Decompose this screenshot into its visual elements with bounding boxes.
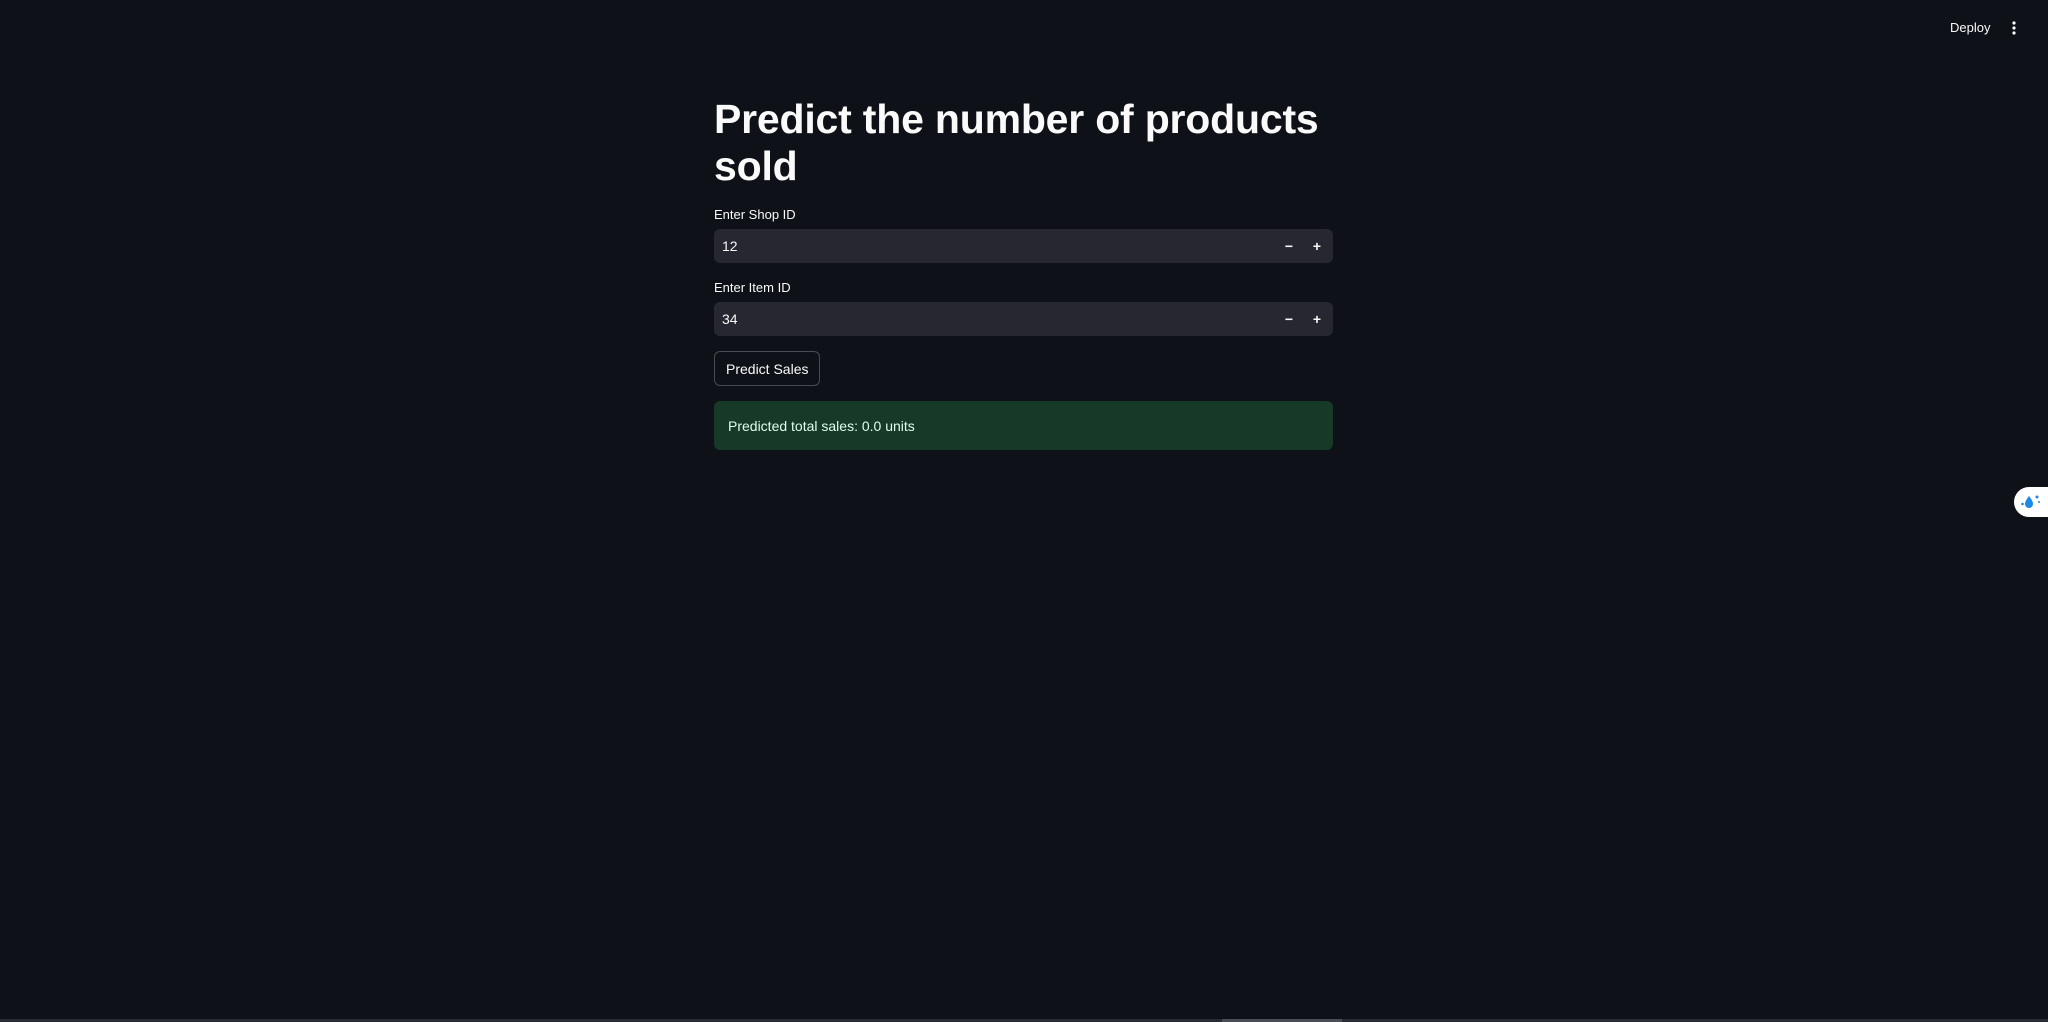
deploy-button[interactable]: Deploy — [1942, 14, 1998, 42]
item-id-field: Enter Item ID − + — [714, 280, 1333, 336]
shop-id-label: Enter Shop ID — [714, 207, 796, 222]
predict-sales-button[interactable]: Predict Sales — [714, 351, 821, 386]
shop-id-input[interactable] — [714, 229, 1275, 263]
vertical-ellipsis-icon — [2012, 21, 2016, 35]
side-widget-button[interactable] — [2014, 487, 2048, 517]
item-id-decrement-button[interactable]: − — [1275, 302, 1303, 336]
shop-id-field: Enter Shop ID − + — [714, 207, 1333, 263]
prediction-result-text: Predicted total sales: 0.0 units — [728, 417, 915, 434]
main-content: Predict the number of products sold Ente… — [714, 96, 1333, 450]
main-menu-button[interactable] — [2002, 14, 2026, 42]
shop-id-increment-button[interactable]: + — [1303, 229, 1331, 263]
shop-id-number-input: − + — [714, 229, 1333, 263]
success-alert: Predicted total sales: 0.0 units — [714, 401, 1333, 450]
predict-button-wrapper: Predict Sales — [714, 351, 1333, 386]
item-id-number-input: − + — [714, 302, 1333, 336]
item-id-input[interactable] — [714, 302, 1275, 336]
top-header: Deploy — [0, 0, 2048, 56]
item-id-label: Enter Item ID — [714, 280, 791, 295]
app-root: Deploy Predict the number of products so… — [0, 0, 2048, 1022]
droplet-sparkle-icon — [2021, 495, 2040, 508]
shop-id-decrement-button[interactable]: − — [1275, 229, 1303, 263]
item-id-increment-button[interactable]: + — [1303, 302, 1331, 336]
page-title: Predict the number of products sold — [714, 96, 1319, 189]
